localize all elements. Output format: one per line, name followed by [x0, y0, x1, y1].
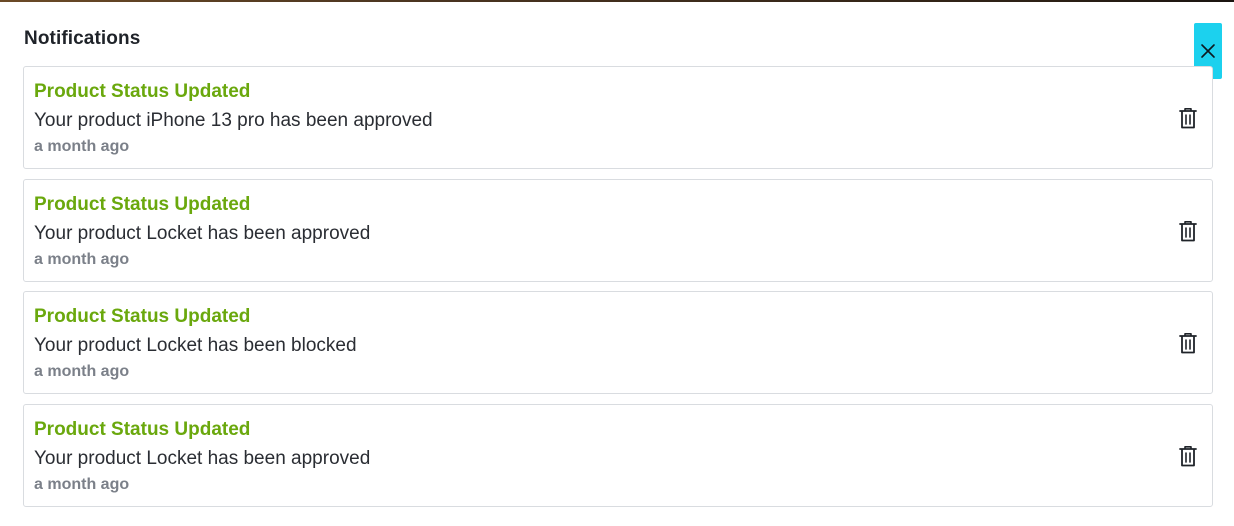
trash-icon — [1179, 220, 1197, 241]
notification-time: a month ago — [34, 363, 130, 380]
notification-message: Your product Locket has been approved — [34, 222, 371, 244]
notification-card: Product Status Updated Your product Lock… — [23, 291, 1213, 394]
notification-list: Product Status Updated Your product iPho… — [23, 66, 1213, 516]
delete-notification-button[interactable] — [1176, 443, 1200, 469]
notification-message: Your product Locket has been blocked — [34, 335, 357, 356]
notification-time: a month ago — [34, 475, 130, 493]
trash-icon — [1179, 333, 1197, 354]
notification-time: a month ago — [34, 250, 130, 268]
notification-card: Product Status Updated Your product Lock… — [23, 403, 1213, 507]
notification-message: Your product Locket has been approved — [34, 447, 371, 469]
notification-card: Product Status Updated Your product Lock… — [23, 178, 1213, 282]
notification-title: Product Status Updated — [34, 81, 251, 102]
page-title: Notifications — [24, 28, 141, 49]
notification-title: Product Status Updated — [34, 193, 251, 215]
notification-card: Product Status Updated Your product iPho… — [23, 66, 1213, 169]
trash-icon — [1179, 108, 1197, 129]
notification-message: Your product iPhone 13 pro has been appr… — [34, 110, 433, 131]
notification-time: a month ago — [34, 138, 130, 155]
notification-title: Product Status Updated — [34, 306, 251, 327]
close-icon — [1201, 44, 1215, 58]
delete-notification-button[interactable] — [1176, 330, 1200, 356]
top-background-strip — [0, 0, 1234, 2]
delete-notification-button[interactable] — [1176, 105, 1200, 131]
delete-notification-button[interactable] — [1176, 218, 1200, 244]
trash-icon — [1179, 445, 1197, 466]
notification-title: Product Status Updated — [34, 418, 251, 440]
